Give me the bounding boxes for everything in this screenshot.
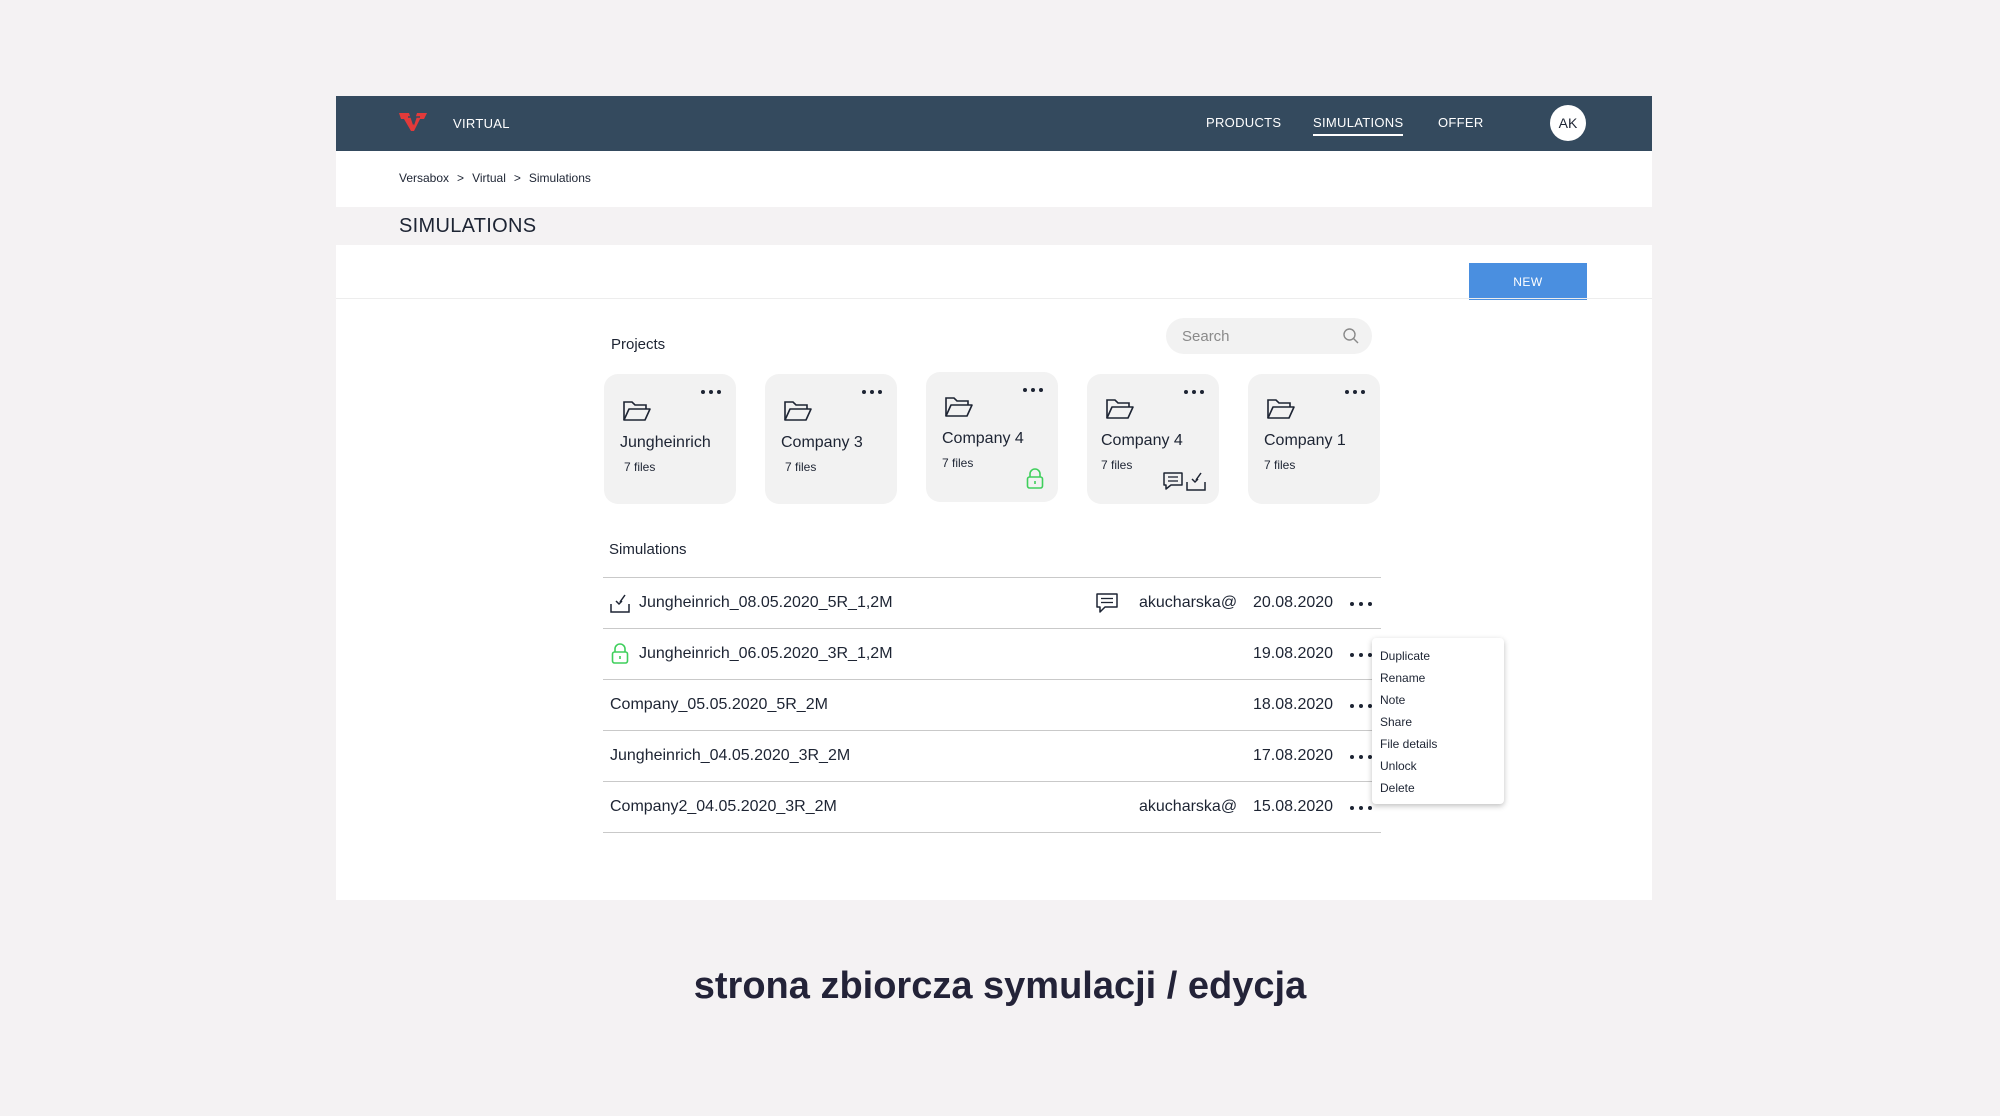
folder-icon (1106, 399, 1134, 419)
context-menu: Duplicate Rename Note Share File details… (1372, 638, 1504, 804)
project-file-count: 7 files (624, 460, 656, 474)
new-simulation-button[interactable]: NEW (1469, 263, 1587, 300)
projects-heading: Projects (611, 336, 666, 353)
versabox-logo-icon[interactable] (398, 111, 428, 133)
search-input[interactable] (1182, 326, 1332, 346)
project-file-count: 7 files (1264, 458, 1296, 472)
menu-item-share[interactable]: Share (1380, 714, 1504, 736)
more-options-icon[interactable] (1349, 651, 1373, 659)
simulation-date: 15.08.2020 (1253, 798, 1334, 815)
note-icon (1163, 472, 1183, 490)
simulation-name: Company_05.05.2020_5R_2M (610, 696, 828, 713)
project-card-company-3[interactable]: Company 3 7 files (765, 374, 897, 504)
download-icon (1186, 472, 1206, 491)
menu-item-unlock[interactable]: Unlock (1380, 758, 1504, 780)
menu-item-delete[interactable]: Delete (1380, 780, 1504, 802)
header-divider (336, 298, 1652, 299)
folder-icon (1267, 399, 1295, 419)
project-name: Company 4 (942, 430, 1024, 447)
nav-simulations[interactable]: SIMULATIONS (1313, 115, 1404, 136)
menu-item-duplicate[interactable]: Duplicate (1380, 648, 1504, 670)
project-card-company-4[interactable]: Company 4 7 files (1087, 374, 1219, 504)
breadcrumb-item-versabox[interactable]: Versabox (399, 171, 449, 185)
table-row[interactable]: Company2_04.05.2020_3R_2M akucharska@ 15… (603, 782, 1381, 833)
table-row[interactable]: Company_05.05.2020_5R_2M 18.08.2020 (603, 680, 1381, 731)
more-options-icon[interactable] (861, 388, 883, 396)
project-name: Company 4 (1101, 432, 1183, 449)
project-card-company-1[interactable]: Company 1 7 files (1248, 374, 1380, 504)
top-navigation-bar: VIRTUAL PRODUCTS SIMULATIONS OFFER AK (336, 96, 1652, 151)
simulation-name: Jungheinrich_08.05.2020_5R_1,2M (639, 594, 893, 611)
page-title: SIMULATIONS (399, 215, 537, 237)
lock-icon (1026, 468, 1044, 489)
folder-icon (623, 401, 651, 421)
project-name: Company 3 (781, 434, 863, 451)
app-frame: VIRTUAL PRODUCTS SIMULATIONS OFFER AK Ve… (336, 96, 1652, 900)
simulation-date: 18.08.2020 (1253, 696, 1334, 713)
table-row[interactable]: Jungheinrich_08.05.2020_5R_1,2M akuchars… (603, 578, 1381, 629)
note-icon[interactable] (1095, 592, 1119, 614)
folder-icon (784, 401, 812, 421)
more-options-icon[interactable] (1349, 804, 1373, 812)
project-name: Company 1 (1264, 432, 1346, 449)
breadcrumb-separator: > (457, 171, 465, 185)
more-options-icon[interactable] (1022, 386, 1044, 394)
brand-label: VIRTUAL (453, 116, 510, 131)
project-file-count: 7 files (1101, 458, 1133, 472)
simulation-date: 19.08.2020 (1253, 645, 1334, 662)
simulations-table: Jungheinrich_08.05.2020_5R_1,2M akuchars… (603, 577, 1381, 833)
nav-products[interactable]: PRODUCTS (1206, 115, 1281, 130)
more-options-icon[interactable] (1349, 600, 1373, 608)
menu-item-rename[interactable]: Rename (1380, 670, 1504, 692)
menu-item-note[interactable]: Note (1380, 692, 1504, 714)
project-file-count: 7 files (942, 456, 974, 470)
simulation-name: Jungheinrich_04.05.2020_3R_2M (610, 747, 851, 764)
search-icon[interactable] (1342, 327, 1360, 345)
simulation-date: 17.08.2020 (1253, 747, 1334, 764)
breadcrumb: Versabox > Virtual > Simulations (399, 171, 591, 185)
simulations-heading: Simulations (609, 541, 687, 558)
project-file-count: 7 files (785, 460, 817, 474)
lock-icon (611, 643, 629, 664)
project-card-jungheinrich[interactable]: Jungheinrich 7 files (604, 374, 736, 504)
table-row[interactable]: Jungheinrich_04.05.2020_3R_2M 17.08.2020 (603, 731, 1381, 782)
more-options-icon[interactable] (1344, 388, 1366, 396)
folder-icon (945, 397, 973, 417)
simulation-owner: akucharska@ (1139, 798, 1238, 815)
more-options-icon[interactable] (700, 388, 722, 396)
simulation-name: Company2_04.05.2020_3R_2M (610, 798, 837, 815)
simulation-name: Jungheinrich_06.05.2020_3R_1,2M (639, 645, 893, 662)
project-name: Jungheinrich (620, 434, 711, 451)
search-box (1166, 318, 1372, 354)
user-avatar[interactable]: AK (1550, 105, 1586, 141)
more-options-icon[interactable] (1349, 702, 1373, 710)
project-card-company-4-locked[interactable]: Company 4 7 files (926, 372, 1058, 502)
more-options-icon[interactable] (1349, 753, 1373, 761)
table-row[interactable]: Jungheinrich_06.05.2020_3R_1,2M 19.08.20… (603, 629, 1381, 680)
simulation-owner: akucharska@ (1139, 594, 1238, 611)
download-icon (610, 594, 630, 613)
simulation-date: 20.08.2020 (1253, 594, 1334, 611)
breadcrumb-item-simulations[interactable]: Simulations (529, 171, 591, 185)
nav-offer[interactable]: OFFER (1438, 115, 1484, 130)
breadcrumb-item-virtual[interactable]: Virtual (472, 171, 506, 185)
slide-caption: strona zbiorcza symulacji / edycja (693, 965, 1307, 1007)
menu-item-file-details[interactable]: File details (1380, 736, 1504, 758)
more-options-icon[interactable] (1183, 388, 1205, 396)
breadcrumb-separator: > (513, 171, 521, 185)
